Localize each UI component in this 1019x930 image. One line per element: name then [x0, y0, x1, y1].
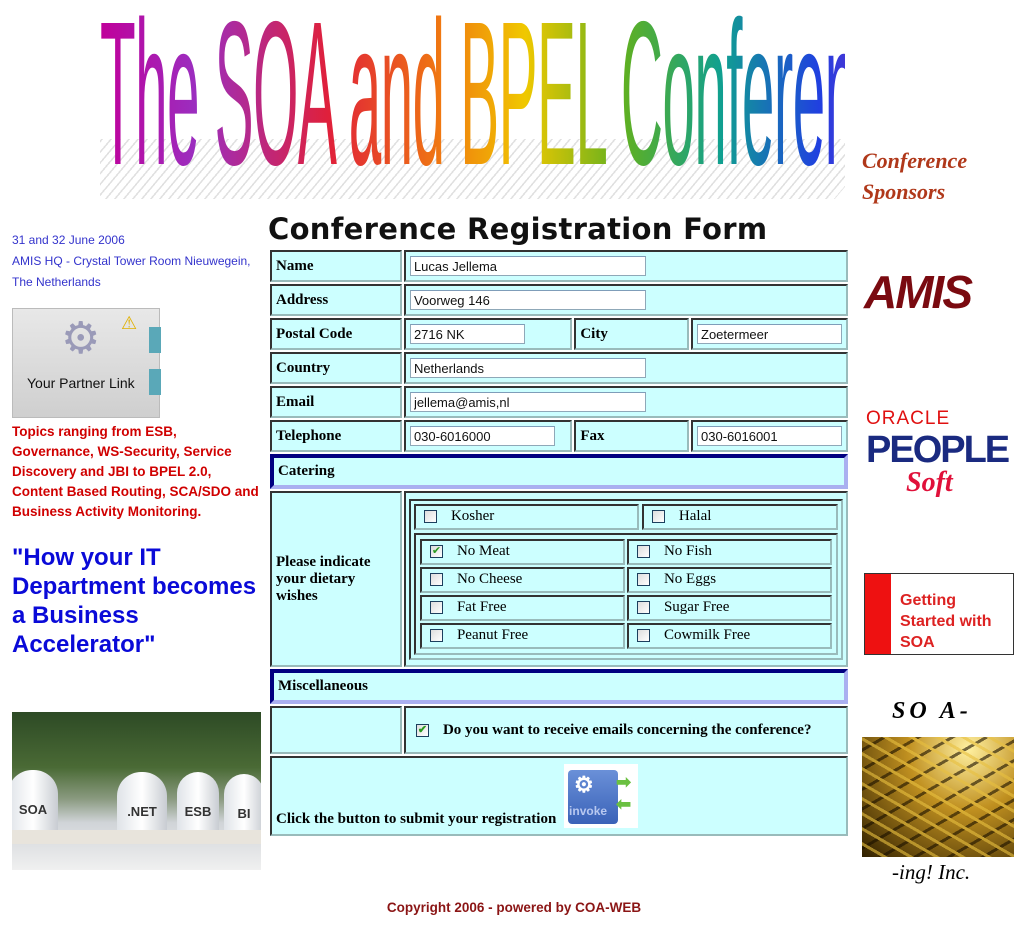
red-bar	[865, 574, 891, 654]
telephone-input[interactable]	[409, 426, 555, 446]
mailbox-post	[12, 830, 261, 844]
option-kosher[interactable]: Kosher	[413, 503, 639, 530]
banner-title: The SOA and BPEL Conference	[100, 14, 845, 200]
diet-option-label: No Eggs	[663, 571, 717, 587]
diet-checkbox[interactable]	[429, 629, 443, 643]
diet-checkbox[interactable]	[636, 573, 650, 587]
invoke-submit-button[interactable]: ⚙ invoke ➡ ➡	[564, 764, 639, 828]
address-input[interactable]	[409, 290, 646, 310]
name-label: Name	[270, 250, 402, 282]
emails-question: Do you want to receive emails concerning…	[442, 721, 812, 738]
kosher-label: Kosher	[450, 508, 495, 524]
diet-option[interactable]: No Cheese	[419, 566, 625, 593]
country-label: Country	[270, 352, 402, 384]
gear-icon: ⚙	[61, 314, 101, 363]
footer-copyright: Copyright 2006 - powered by COA-WEB	[386, 900, 642, 915]
diet-checkbox[interactable]	[429, 601, 443, 615]
mailbox: SOA	[12, 770, 58, 832]
submit-instruction: Click the button to submit your registra…	[276, 811, 557, 827]
address-label: Address	[270, 284, 402, 316]
oracle-peoplesoft-logo[interactable]: ORACLE PEOPLE Soft	[866, 408, 1011, 503]
event-date: 31 and 32 June 2006	[12, 233, 125, 247]
misc-section-header: Miscellaneous	[270, 669, 848, 704]
port-icon	[149, 327, 161, 353]
postal-code-label: Postal Code	[270, 318, 402, 350]
dietary-label: Please indicate your dietary wishes	[270, 491, 402, 667]
mailbox: BI	[224, 774, 261, 836]
fax-input[interactable]	[697, 426, 842, 446]
conference-banner: The SOA and BPEL Conference	[100, 14, 845, 200]
city-label: City	[574, 318, 689, 350]
diet-checkbox[interactable]	[636, 601, 650, 615]
diet-option[interactable]: No Fish	[626, 538, 832, 565]
diet-option-label: No Fish	[663, 543, 712, 559]
arrow-right-icon: ➡	[616, 772, 632, 792]
gear-icon: ⚙	[574, 772, 594, 797]
diet-checkbox[interactable]	[429, 573, 443, 587]
event-location: AMIS HQ - Crystal Tower Room Nieuwegein,…	[12, 254, 251, 289]
port-icon	[149, 369, 161, 395]
postal-code-input[interactable]	[409, 324, 525, 344]
diet-option[interactable]: Sugar Free	[626, 594, 832, 621]
registration-form: Name Address Postal Code City Country Em…	[268, 248, 852, 838]
diet-option-label: Sugar Free	[663, 599, 730, 615]
option-halal[interactable]: Halal	[641, 503, 838, 530]
arrow-left-icon: ➡	[616, 794, 632, 814]
warning-icon: ⚠	[121, 313, 138, 333]
mailbox-image: SOA .NET ESB BI	[12, 712, 261, 870]
city-input[interactable]	[697, 324, 842, 344]
topics-text: Topics ranging from ESB, Governance, WS-…	[12, 424, 259, 519]
partner-link-image: ⚙ ⚠ Your Partner Link	[12, 308, 161, 418]
diet-checkbox[interactable]	[636, 545, 650, 559]
partner-link-label: Your Partner Link	[27, 375, 135, 391]
soa-ing-subtitle: -ing! Inc.	[892, 860, 971, 884]
diet-option[interactable]: ✔ No Meat	[419, 538, 625, 565]
amis-logo[interactable]: AMIS	[864, 262, 1014, 322]
page-title: Conference Registration Form	[268, 212, 768, 246]
catering-section-header: Catering	[270, 454, 848, 489]
diet-option-label: No Cheese	[456, 571, 523, 587]
diet-option-label: Fat Free	[456, 599, 507, 615]
fax-label: Fax	[574, 420, 689, 452]
diet-option[interactable]: Fat Free	[419, 594, 625, 621]
sponsors-title: Conference Sponsors	[862, 148, 968, 204]
mailbox: ESB	[177, 772, 219, 834]
oracle-text: ORACLE	[866, 408, 951, 429]
soft-text: Soft	[906, 467, 953, 498]
country-input[interactable]	[409, 358, 646, 378]
quote-text: "How your IT Department becomes a Busine…	[12, 544, 257, 658]
empty-cell	[270, 706, 402, 754]
dietary-options: Kosher Halal ✔ No Meat No Fish No Cheese No …	[408, 498, 843, 660]
soa-ing-title: SO A-	[892, 698, 972, 724]
maze-image[interactable]	[862, 737, 1014, 857]
invoke-label: invoke	[569, 804, 608, 818]
emails-checkbox[interactable]: ✔	[415, 723, 429, 737]
diet-option[interactable]: No Eggs	[626, 566, 832, 593]
diet-option[interactable]: Peanut Free	[419, 622, 625, 649]
diet-option-label: Peanut Free	[456, 627, 529, 643]
diet-checkbox[interactable]: ✔	[429, 545, 443, 559]
kosher-checkbox[interactable]	[423, 510, 437, 524]
diet-option[interactable]: Cowmilk Free	[626, 622, 832, 649]
halal-label: Halal	[678, 508, 712, 524]
getting-started-soa-banner[interactable]: Getting Started with SOA	[864, 573, 1014, 655]
name-input[interactable]	[409, 256, 646, 276]
mailbox: .NET	[117, 772, 167, 834]
event-info: 31 and 32 June 2006 AMIS HQ - Crystal To…	[12, 230, 252, 293]
email-label: Email	[270, 386, 402, 418]
email-input[interactable]	[409, 392, 646, 412]
diet-option-label: Cowmilk Free	[663, 627, 751, 643]
getting-started-text: Getting Started with SOA	[900, 592, 992, 651]
diet-option-label: No Meat	[456, 543, 510, 559]
peoplesoft-text: PEOPLE	[866, 429, 1010, 471]
diet-checkbox[interactable]	[636, 629, 650, 643]
telephone-label: Telephone	[270, 420, 402, 452]
halal-checkbox[interactable]	[651, 510, 665, 524]
